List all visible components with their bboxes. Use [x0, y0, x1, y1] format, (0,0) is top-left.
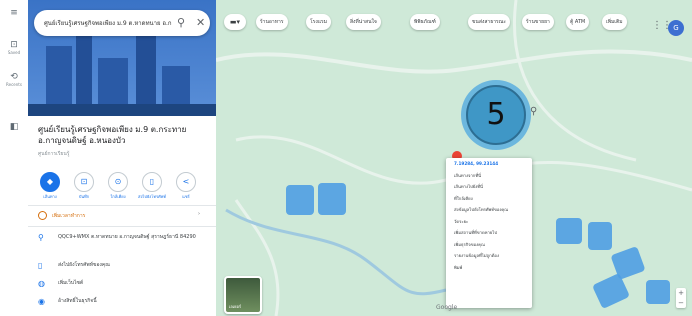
- claim-text: อ้างสิทธิ์ในธุรกิจนี้: [58, 298, 97, 304]
- context-menu: 7.19284, 99.23144 เส้นทางจากที่นี่ เส้นท…: [446, 158, 532, 308]
- chip-hotels[interactable]: โรงแรม: [306, 14, 332, 30]
- context-item-measure[interactable]: วัดระยะ: [446, 216, 532, 228]
- nearby-button[interactable]: ⊙ ใกล้เคียง: [104, 172, 132, 200]
- globe-icon: ◍: [38, 279, 45, 288]
- chevron-right-icon: ›: [198, 211, 200, 217]
- action-label: ส่งไปยังโทรศัพท์: [138, 194, 166, 199]
- address-row[interactable]: ⚲ QQC9+WMX ต.หาดทนาย อ.กาญจนดิษฐ์ สุราษฎ…: [38, 234, 216, 250]
- search-box[interactable]: ศูนย์เรียนรู้เศรษฐกิจพอเพียง ม.9 ต.หาดทน…: [34, 10, 210, 36]
- directions-icon: ◆: [40, 172, 60, 192]
- chip-museums[interactable]: พิพิธภัณฑ์: [410, 14, 440, 30]
- map-pond: [286, 185, 314, 215]
- context-item-add-business[interactable]: เพิ่มธุรกิจของคุณ: [446, 239, 532, 251]
- hours-text: เพิ่มเวลาทำการ: [52, 213, 86, 219]
- place-panel: ศูนย์เรียนรู้เศรษฐกิจพอเพียง ม.9 ต.หาดทน…: [28, 0, 217, 316]
- chip-atm[interactable]: ตู้ ATM: [566, 14, 590, 30]
- verified-icon: ◉: [38, 297, 45, 306]
- recents-button[interactable]: ⟲ Recents: [4, 72, 24, 87]
- menu-icon: ≡: [10, 8, 18, 18]
- claim-row[interactable]: ◉ อ้างสิทธิ์ในธุรกิจนี้: [38, 298, 216, 306]
- saved-button[interactable]: ⊡ Saved: [4, 40, 24, 55]
- apps-icon: ◧: [9, 122, 19, 132]
- map-pond: [593, 274, 629, 308]
- place-pin-icon[interactable]: ⚲: [530, 106, 537, 117]
- map-pond: [588, 222, 612, 250]
- context-item-report-data[interactable]: รายงานข้อมูลที่ไม่ถูกต้อง: [446, 250, 532, 262]
- search-input[interactable]: ศูนย์เรียนรู้เศรษฐกิจพอเพียง ม.9 ต.หาดทน…: [44, 18, 172, 28]
- context-item-print[interactable]: พิมพ์: [446, 262, 532, 274]
- history-icon: ⟲: [10, 72, 18, 82]
- rail-item-3[interactable]: ◧: [4, 122, 24, 132]
- divider: [28, 226, 216, 227]
- place-title: ศูนย์เรียนรู้เศรษฐกิจพอเพียง ม.9 ต.กระทา…: [38, 125, 187, 145]
- website-row[interactable]: ◍ เพิ่มเว็บไซต์: [38, 280, 216, 288]
- hours-row[interactable]: เพิ่มเวลาทำการ ›: [38, 211, 200, 220]
- chip-pharmacy[interactable]: ร้านขายยา: [522, 14, 554, 30]
- place-category[interactable]: ศูนย์การเรียนรู้: [38, 150, 69, 158]
- chip-restaurants[interactable]: ร้านอาหาร: [256, 14, 288, 30]
- layers-thumbnail[interactable]: เลเยอร์: [224, 276, 262, 314]
- zoom-control: + −: [676, 288, 686, 308]
- context-item-add-missing-place[interactable]: เพิ่มสถานที่ที่ขาดหายไป: [446, 227, 532, 239]
- saved-label: Saved: [7, 50, 21, 55]
- left-rail: ≡ ⊡ Saved ⟲ Recents ◧: [0, 0, 29, 316]
- directions-button[interactable]: ◆ เส้นทาง: [36, 172, 64, 200]
- action-label: บันทึก: [78, 194, 90, 199]
- send-to-phone-button[interactable]: ▯ ส่งไปยังโทรศัพท์: [138, 172, 166, 200]
- share-button[interactable]: < แชร์: [172, 172, 200, 200]
- map-road: [216, 49, 692, 74]
- google-logo: Google: [436, 304, 458, 311]
- send-to-phone-text: ส่งไปยังโทรศัพท์ของคุณ: [58, 262, 110, 268]
- context-item-directions-to[interactable]: เส้นทางไปยังที่นี่: [446, 181, 532, 193]
- zoom-out-button[interactable]: −: [676, 298, 686, 308]
- layers-thumbnail-label: เลเยอร์: [229, 304, 242, 309]
- context-item-nearby[interactable]: ที่ใกล้เคียง: [446, 193, 532, 205]
- save-button[interactable]: ⊡ บันทึก: [70, 172, 98, 200]
- action-buttons: ◆ เส้นทาง ⊡ บันทึก ⊙ ใกล้เคียง ▯ ส่งไปยั…: [36, 172, 212, 206]
- recents-label: Recents: [6, 82, 22, 87]
- layers-dropdown[interactable]: ▬▾: [224, 14, 246, 30]
- avatar[interactable]: G: [668, 20, 684, 36]
- action-label: แชร์: [182, 194, 190, 199]
- website-text: เพิ่มเว็บไซต์: [58, 280, 84, 286]
- menu-button[interactable]: ≡: [4, 8, 24, 18]
- location-pin-icon: ⚲: [38, 233, 44, 242]
- context-item-coordinates[interactable]: 7.19284, 99.23144: [446, 158, 532, 170]
- context-item-directions-from[interactable]: เส้นทางจากที่นี่: [446, 170, 532, 182]
- nearby-icon: ⊙: [108, 172, 128, 192]
- bookmark-icon: ⊡: [10, 40, 18, 50]
- map-pond: [318, 183, 346, 215]
- step-number-badge: 5: [466, 85, 526, 145]
- chip-transit[interactable]: ขนส่งสาธารณะ: [468, 14, 511, 30]
- clock-icon: [38, 211, 47, 220]
- phone-icon: ▯: [142, 172, 162, 192]
- action-label: เส้นทาง: [43, 194, 57, 199]
- action-label: ใกล้เคียง: [110, 194, 126, 199]
- chip-attractions[interactable]: สิ่งที่น่าสนใจ: [346, 14, 381, 30]
- zoom-in-button[interactable]: +: [676, 288, 686, 298]
- phone-icon: ▯: [38, 261, 43, 270]
- photo-building: [76, 24, 92, 116]
- context-item-send-to-phone[interactable]: ส่งข้อมูลไปยังโทรศัพท์ของคุณ: [446, 204, 532, 216]
- step-number: 5: [486, 97, 506, 132]
- map-pond: [646, 280, 670, 304]
- map-canvas[interactable]: ▬▾ ร้านอาหาร โรงแรม สิ่งที่น่าสนใจ พิพิธ…: [216, 0, 692, 316]
- map-pond: [556, 218, 582, 244]
- send-to-phone-row[interactable]: ▯ ส่งไปยังโทรศัพท์ของคุณ: [38, 262, 216, 270]
- share-icon: <: [176, 172, 196, 192]
- photo-ground: [28, 104, 216, 116]
- search-icon[interactable]: ⚲: [177, 16, 185, 29]
- address-text: QQC9+WMX ต.หาดทนาย อ.กาญจนดิษฐ์ สุราษฎร์…: [58, 234, 196, 240]
- divider: [28, 205, 216, 206]
- bookmark-icon: ⊡: [74, 172, 94, 192]
- close-icon[interactable]: ✕: [196, 16, 205, 29]
- chip-more[interactable]: เพิ่มเติม: [602, 14, 627, 30]
